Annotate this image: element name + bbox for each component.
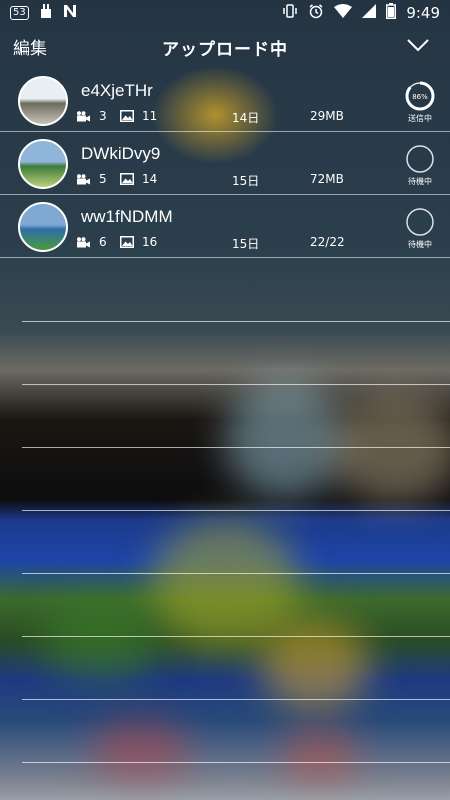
photo-count-value: 16	[142, 235, 158, 249]
progress-percent: 86%	[412, 93, 428, 101]
progress-ring: 86%	[405, 81, 435, 111]
vibrate-icon	[282, 3, 298, 23]
battery-icon	[386, 3, 397, 23]
status-label: 待機中	[408, 177, 432, 186]
album-thumbnail	[18, 202, 68, 252]
usb-icon	[39, 3, 53, 23]
separator-line	[22, 699, 450, 700]
upload-size: 29MB	[310, 109, 344, 123]
photo-count-value: 11	[142, 109, 158, 123]
upload-status: 待機中	[404, 207, 436, 250]
status-bar: 53 9:49	[0, 0, 450, 26]
upload-date: 15日	[232, 237, 260, 251]
n-app-icon	[63, 4, 77, 22]
collapse-chevron-icon[interactable]	[406, 36, 430, 54]
upload-row[interactable]: ww1fNDMM 6 16 15日 22/22 待機中	[0, 195, 450, 258]
video-count-value: 3	[99, 109, 107, 123]
page-title: アップロード中	[162, 39, 288, 60]
photo-count: 14	[120, 172, 157, 186]
album-thumbnail	[18, 76, 68, 126]
video-camera-icon	[77, 236, 90, 247]
album-thumbnail	[18, 139, 68, 189]
notification-count-icon: 53	[10, 6, 29, 20]
video-count: 3	[76, 109, 107, 123]
video-camera-icon	[77, 110, 90, 121]
video-count-value: 5	[99, 172, 107, 186]
image-icon	[120, 236, 134, 248]
upload-status: 待機中	[404, 144, 436, 187]
separator-line	[22, 510, 450, 511]
upload-status: 86% 送信中	[404, 81, 436, 124]
status-label: 送信中	[408, 114, 432, 123]
photo-count: 11	[120, 109, 157, 123]
photo-count-value: 14	[142, 172, 158, 186]
image-icon	[120, 173, 134, 185]
separator-line	[22, 321, 450, 322]
app-header: 編集 アップロード中	[0, 26, 450, 68]
upload-size: 72MB	[310, 172, 344, 186]
separator-line	[22, 762, 450, 763]
alarm-icon	[308, 3, 324, 23]
separator-line	[22, 384, 450, 385]
upload-list: e4XjeTHr 3 11 14日 29MB 86% 送信中 DWkiDvy9 …	[0, 69, 450, 258]
video-camera-icon	[77, 173, 90, 184]
clock-time: 9:49	[406, 4, 440, 22]
progress-ring	[405, 207, 435, 237]
separator-line	[22, 573, 450, 574]
upload-size: 22/22	[310, 235, 345, 249]
separator-line	[22, 636, 450, 637]
photo-count: 16	[120, 235, 157, 249]
upload-date: 14日	[232, 111, 260, 125]
album-name: DWkiDvy9	[81, 144, 161, 163]
edit-button[interactable]: 編集	[13, 34, 47, 59]
separator-line	[22, 447, 450, 448]
progress-ring	[405, 144, 435, 174]
upload-date: 15日	[232, 174, 260, 188]
signal-icon	[362, 4, 377, 22]
upload-row[interactable]: DWkiDvy9 5 14 15日 72MB 待機中	[0, 132, 450, 195]
wifi-icon	[334, 4, 353, 22]
album-name: e4XjeTHr	[81, 81, 153, 100]
image-icon	[120, 110, 134, 122]
video-count: 6	[76, 235, 107, 249]
status-label: 待機中	[408, 240, 432, 249]
upload-row[interactable]: e4XjeTHr 3 11 14日 29MB 86% 送信中	[0, 69, 450, 132]
video-count-value: 6	[99, 235, 107, 249]
album-name: ww1fNDMM	[81, 207, 173, 226]
video-count: 5	[76, 172, 107, 186]
